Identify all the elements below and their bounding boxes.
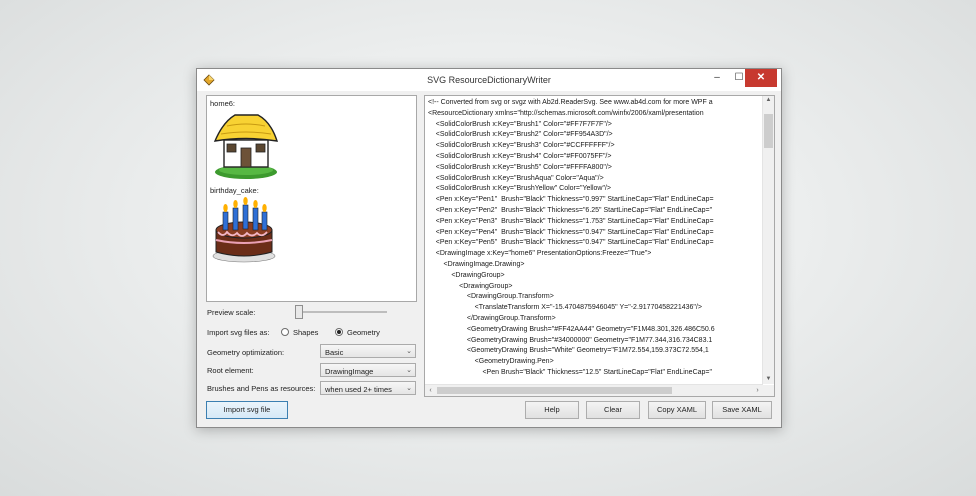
xaml-line: <SolidColorBrush x:Key="Brush2" Color="#… — [428, 131, 613, 139]
preview-scale-slider[interactable] — [295, 305, 303, 319]
xaml-line: <GeometryDrawing Brush="#34000000" Geome… — [428, 336, 713, 344]
geometry-optimization-label: Geometry optimization: — [207, 348, 285, 357]
main-window: SVG ResourceDictionaryWriter – ☐ ✕ home6… — [196, 68, 782, 428]
root-element-value: DrawingImage — [325, 367, 374, 376]
scroll-down-icon[interactable]: ▼ — [764, 375, 773, 384]
house-icon — [213, 114, 279, 179]
root-element-select[interactable]: DrawingImage ⌄ — [320, 363, 416, 377]
window-title: SVG ResourceDictionaryWriter — [427, 75, 551, 85]
xaml-line: <DrawingGroup.Transform> — [428, 293, 554, 301]
import-svg-button[interactable]: Import svg file — [206, 401, 288, 419]
shapes-radio-label[interactable]: Shapes — [293, 328, 318, 337]
close-button[interactable]: ✕ — [745, 69, 777, 87]
chevron-down-icon: ⌄ — [406, 348, 412, 355]
clear-button[interactable]: Clear — [586, 401, 640, 419]
brushes-pens-select[interactable]: when used 2+ times ⌄ — [320, 381, 416, 395]
shapes-radio[interactable] — [281, 328, 289, 336]
xaml-line: <Pen x:Key="Pen1" Brush="Black" Thicknes… — [428, 196, 714, 204]
geometry-optimization-select[interactable]: Basic ⌄ — [320, 344, 416, 358]
brushes-pens-value: when used 2+ times — [325, 385, 392, 394]
minimize-button[interactable]: – — [705, 69, 729, 87]
xaml-line: <GeometryDrawing.Pen> — [428, 358, 554, 366]
xaml-line: <SolidColorBrush x:Key="BrushYellow" Col… — [428, 185, 611, 193]
scroll-up-icon[interactable]: ▲ — [764, 96, 773, 105]
horizontal-scroll-thumb[interactable] — [437, 387, 672, 394]
xaml-text-area[interactable]: <!-- Converted from svg or svgz with Ab2… — [424, 95, 775, 397]
xaml-line: <Pen x:Key="Pen3" Brush="Black" Thicknes… — [428, 217, 714, 225]
save-xaml-button[interactable]: Save XAML — [712, 401, 772, 419]
geometry-radio-label[interactable]: Geometry — [347, 328, 380, 337]
xaml-code: <!-- Converted from svg or svgz with Ab2… — [428, 98, 761, 383]
preview-label-home6: home6: — [210, 99, 236, 108]
xaml-line: <SolidColorBrush x:Key="Brush3" Color="#… — [428, 142, 615, 150]
scroll-left-icon[interactable]: ‹ — [426, 386, 435, 395]
chevron-down-icon: ⌄ — [406, 385, 412, 392]
xaml-line: <SolidColorBrush x:Key="Brush4" Color="#… — [428, 152, 612, 160]
xaml-line: <GeometryDrawing Brush="White" Geometry=… — [428, 347, 709, 355]
xaml-line: <DrawingGroup> — [428, 282, 513, 290]
help-button[interactable]: Help — [525, 401, 579, 419]
vertical-scrollbar[interactable]: ▲ ▼ — [762, 96, 774, 384]
xaml-line: <Pen x:Key="Pen4" Brush="Black" Thicknes… — [428, 228, 714, 236]
xaml-line: <TranslateTransform X="-15.4704875946045… — [428, 304, 702, 312]
vertical-scroll-thumb[interactable] — [764, 114, 773, 148]
xaml-line: <Pen Brush="Black" Thickness="12.5" Star… — [428, 368, 712, 376]
xaml-line: <SolidColorBrush x:Key="BrushAqua" Color… — [428, 174, 604, 182]
xaml-line: <DrawingGroup> — [428, 271, 505, 279]
brushes-pens-label: Brushes and Pens as resources: — [207, 384, 316, 393]
preview-scale-track[interactable] — [297, 311, 387, 313]
import-as-label: Import svg files as: — [207, 328, 270, 337]
xaml-line: <SolidColorBrush x:Key="Brush5" Color="#… — [428, 163, 612, 171]
xaml-line: <ResourceDictionary xmlns="http://schema… — [428, 109, 704, 117]
geometry-optimization-value: Basic — [325, 348, 344, 357]
xaml-line: <SolidColorBrush x:Key="Brush1" Color="#… — [428, 120, 612, 128]
preview-panel[interactable]: home6: birthday_cake: — [206, 95, 417, 302]
xaml-line: <DrawingImage.Drawing> — [428, 260, 525, 268]
xaml-line: <Pen x:Key="Pen5" Brush="Black" Thicknes… — [428, 239, 714, 247]
preview-scale-label: Preview scale: — [207, 308, 256, 317]
preview-label-birthday-cake: birthday_cake: — [210, 186, 259, 195]
xaml-line: <DrawingImage x:Key="home6" Presentation… — [428, 250, 652, 258]
title-bar[interactable]: SVG ResourceDictionaryWriter – ☐ ✕ — [197, 69, 781, 91]
chevron-down-icon: ⌄ — [406, 367, 412, 374]
root-element-label: Root element: — [207, 366, 254, 375]
horizontal-scrollbar[interactable]: ‹ › — [425, 384, 763, 396]
scroll-corner — [763, 385, 774, 396]
cake-icon — [212, 197, 276, 263]
xaml-line: <Pen x:Key="Pen2" Brush="Black" Thicknes… — [428, 206, 713, 214]
xaml-line: <GeometryDrawing Brush="#FF42AA44" Geome… — [428, 325, 715, 333]
scroll-right-icon[interactable]: › — [753, 386, 762, 395]
geometry-radio[interactable] — [335, 328, 343, 336]
xaml-line: </DrawingGroup.Transform> — [428, 314, 556, 322]
xaml-line: <!-- Converted from svg or svgz with Ab2… — [428, 99, 713, 106]
copy-xaml-button[interactable]: Copy XAML — [648, 401, 706, 419]
